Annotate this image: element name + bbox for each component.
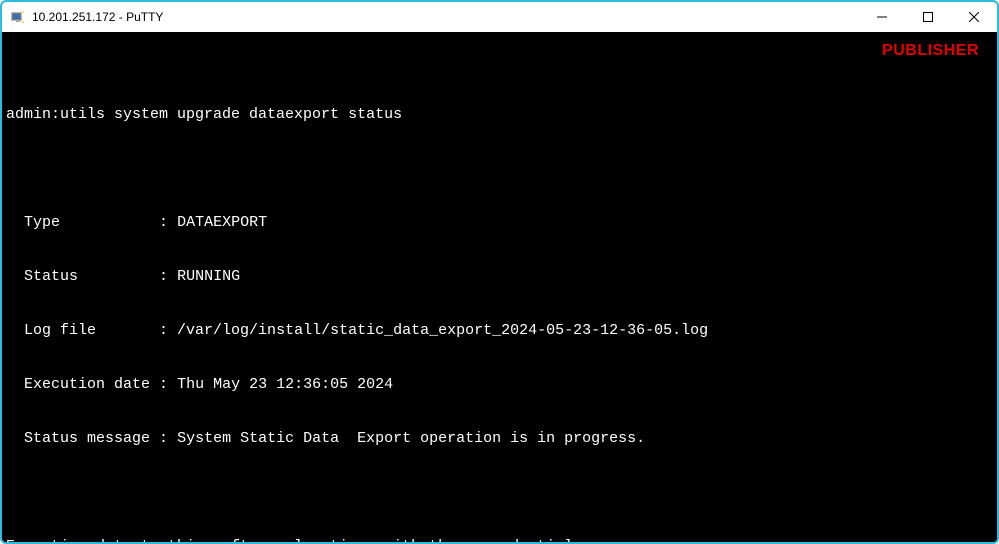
maximize-button[interactable] <box>905 2 951 32</box>
t-line: Log file : /var/log/install/static_data_… <box>6 322 993 340</box>
terminal-viewport[interactable]: PUBLISHER admin:utils system upgrade dat… <box>2 32 997 542</box>
minimize-button[interactable] <box>859 2 905 32</box>
putty-icon <box>10 9 26 25</box>
t-line: Type : DATAEXPORT <box>6 214 993 232</box>
t-line: Status : RUNNING <box>6 268 993 286</box>
titlebar[interactable]: 10.201.251.172 - PuTTY <box>2 2 997 32</box>
t-line <box>6 160 993 178</box>
publisher-badge: PUBLISHER <box>882 42 979 60</box>
close-button[interactable] <box>951 2 997 32</box>
t-line <box>6 484 993 502</box>
t-line: Exporting data to this software location… <box>6 538 993 542</box>
t-line: Status message : System Static Data Expo… <box>6 430 993 448</box>
t-line: Execution date : Thu May 23 12:36:05 202… <box>6 376 993 394</box>
window-title: 10.201.251.172 - PuTTY <box>32 10 163 24</box>
t-line: admin:utils system upgrade dataexport st… <box>6 106 993 124</box>
app-window: 10.201.251.172 - PuTTY PUBLISHER admin:u… <box>0 0 999 544</box>
window-controls <box>859 2 997 32</box>
